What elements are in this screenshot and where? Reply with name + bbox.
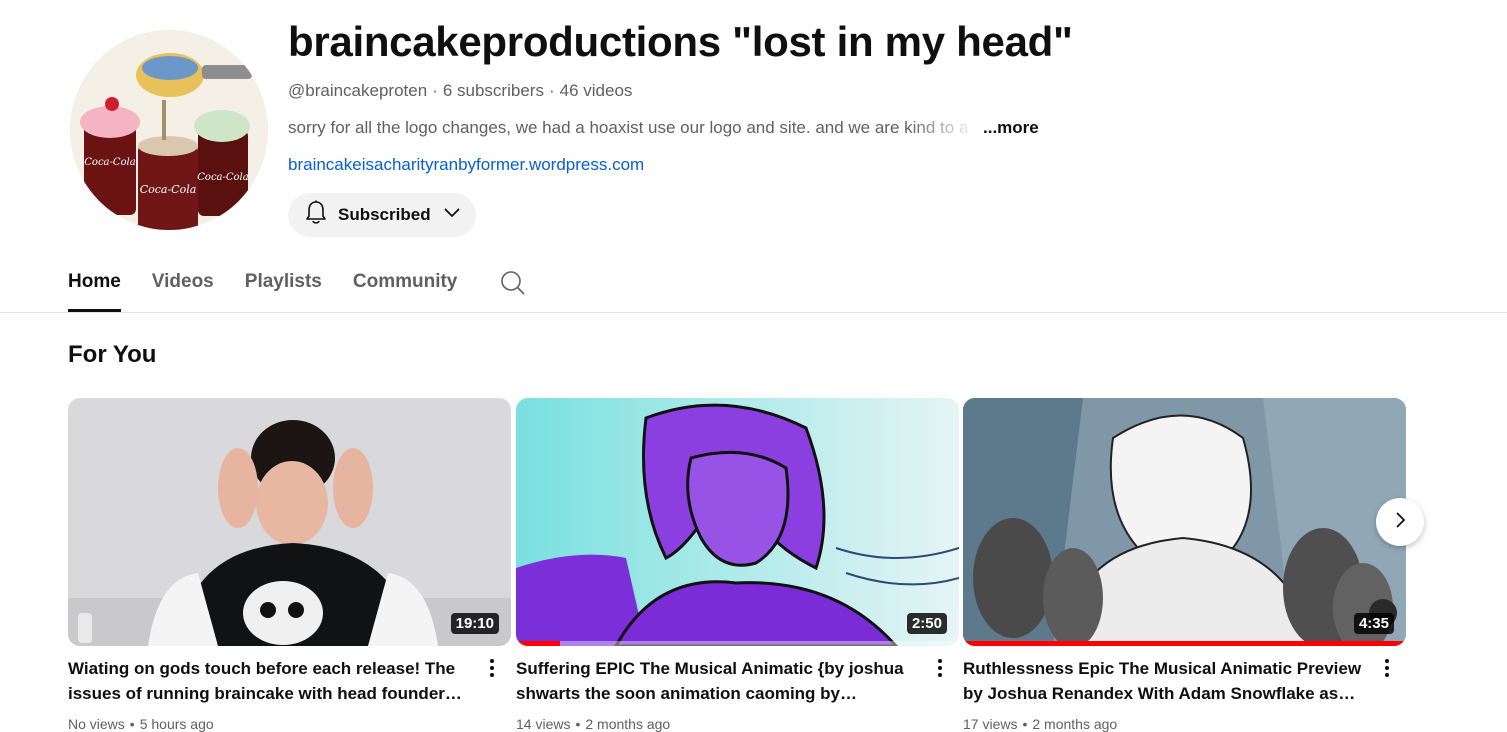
chevron-down-icon (443, 206, 461, 224)
avatar-logo-text: Coca-Cola (197, 172, 248, 183)
video-meta: 14 views • 2 months ago (516, 716, 670, 732)
tabs-divider (0, 312, 1507, 313)
more-actions-icon[interactable] (485, 656, 499, 680)
tab-videos[interactable]: Videos (152, 262, 214, 303)
video-meta: No views • 5 hours ago (68, 716, 214, 732)
separator: · (548, 81, 555, 100)
video-card[interactable]: 2:50 Suffering EPIC The Musical Animatic… (516, 398, 959, 732)
subscribed-label: Subscribed (338, 205, 431, 224)
upload-age: 2 months ago (1032, 716, 1118, 732)
upload-age: 5 hours ago (139, 716, 214, 732)
chevron-right-icon (1393, 511, 1407, 534)
separator: • (575, 716, 581, 732)
video-title[interactable]: Suffering EPIC The Musical Animatic {by … (516, 656, 930, 706)
avatar-logo-text: Coca-Cola (140, 183, 197, 196)
watch-progress-bar (516, 641, 561, 646)
avatar-logo-text: Coca-Cola (84, 157, 135, 168)
video-thumbnail[interactable]: 2:50 (516, 398, 959, 646)
watch-progress-track (516, 641, 959, 646)
channel-handle: @braincakeproten (288, 81, 428, 100)
video-card[interactable]: 4:35 Ruthlessness Epic The Musical Anima… (963, 398, 1406, 732)
video-title[interactable]: Ruthlessness Epic The Musical Animatic P… (963, 656, 1377, 706)
tab-home[interactable]: Home (68, 262, 121, 312)
separator: · (432, 81, 438, 100)
video-duration: 2:50 (906, 613, 947, 634)
video-count: 46 videos (559, 81, 633, 100)
view-count: 14 views (516, 716, 571, 732)
search-icon[interactable] (500, 270, 526, 301)
separator: • (1022, 716, 1028, 732)
video-duration: 19:10 (450, 613, 499, 634)
video-thumbnail[interactable]: 4:35 (963, 398, 1406, 646)
tab-community[interactable]: Community (353, 262, 458, 303)
subscribed-button[interactable]: Subscribed (288, 193, 476, 237)
channel-name: braincakeproductions "lost in my head" (288, 18, 1073, 65)
channel-meta: @braincakeproten · 6 subscribers · 46 videos (288, 81, 632, 101)
video-duration: 4:35 (1353, 613, 1394, 634)
video-card[interactable]: 19:10 Wiating on gods touch before each … (68, 398, 511, 732)
channel-avatar[interactable]: Coca-Cola Coca-Cola Coca-Cola (70, 30, 268, 230)
separator: • (129, 716, 135, 732)
upload-age: 2 months ago (585, 716, 671, 732)
channel-tabs: Home Videos Playlists Community (68, 262, 525, 312)
bell-icon (304, 200, 328, 231)
carousel-next-button[interactable] (1376, 498, 1424, 546)
description-text: sorry for all the logo changes, we had a… (288, 118, 969, 137)
view-count: 17 views (963, 716, 1018, 732)
more-actions-icon[interactable] (1380, 656, 1394, 680)
channel-link[interactable]: braincakeisacharityranbyformer.wordpress… (288, 155, 644, 175)
video-title[interactable]: Wiating on gods touch before each releas… (68, 656, 482, 706)
more-button[interactable]: ...more (983, 118, 1039, 138)
watch-progress-bar (963, 641, 1406, 646)
more-actions-icon[interactable] (933, 656, 947, 680)
video-meta: 17 views • 2 months ago (963, 716, 1117, 732)
subscriber-count: 6 subscribers (442, 81, 544, 100)
video-thumbnail[interactable]: 19:10 (68, 398, 511, 646)
view-count: No views (68, 716, 125, 732)
tab-playlists[interactable]: Playlists (245, 262, 322, 303)
channel-description[interactable]: sorry for all the logo changes, we had a… (288, 118, 1039, 138)
section-title: For You (68, 341, 157, 368)
